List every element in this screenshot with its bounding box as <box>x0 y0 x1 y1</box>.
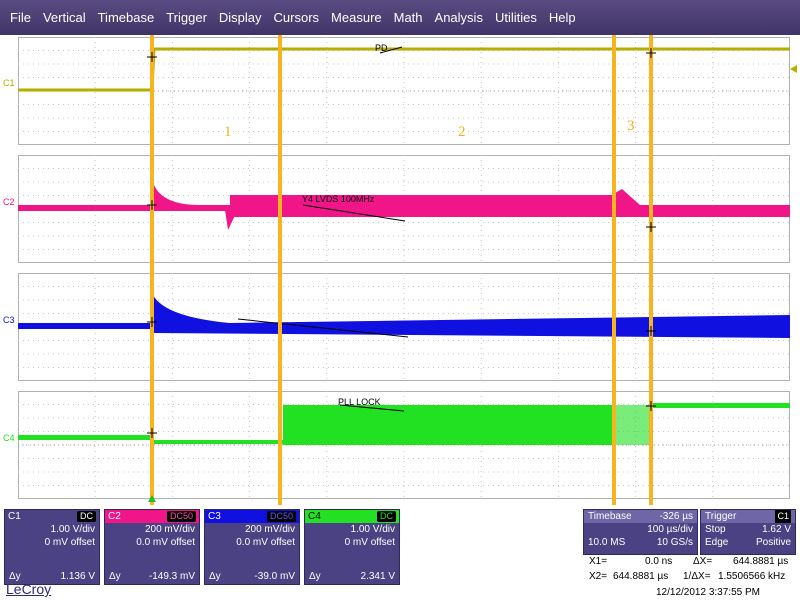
channel-marker-c4: C4 <box>3 433 15 443</box>
timebase-samples: 10.0 MS <box>588 537 626 548</box>
menu-bar: File Vertical Timebase Trigger Display C… <box>0 0 800 35</box>
trigger-slope: Positive <box>755 537 791 548</box>
trigger-time-marker <box>148 495 156 502</box>
menu-vertical[interactable]: Vertical <box>37 10 92 25</box>
trace-c2-pre <box>18 205 153 211</box>
channel-box-c1[interactable]: C1 DC 1.00 V/div 0 mV offset Δy 1.136 V <box>4 509 100 585</box>
timebase-label: Timebase <box>588 511 632 522</box>
vertical-offset: 0 mV offset <box>44 537 95 548</box>
menu-math[interactable]: Math <box>388 10 429 25</box>
menu-file[interactable]: File <box>4 10 37 25</box>
trace-label-lvds: Y4 LVDS 100MHz <box>302 194 375 204</box>
waveform-canvas <box>18 35 797 505</box>
trace-c4-transition <box>615 405 650 445</box>
delta-y-value: 2.341 V <box>360 571 395 582</box>
cursor-cross <box>147 52 157 62</box>
channel-name: C2 <box>108 511 121 522</box>
cursor-inv-dx-value: 1.5506566 kHz <box>718 571 786 582</box>
marker-label-2: 2 <box>458 124 466 140</box>
coupling-badge: DC50 <box>266 511 296 522</box>
delta-y-value: -149.3 mV <box>148 571 195 582</box>
brand-logo: LeCroy <box>6 581 52 597</box>
trigger-mode: Stop <box>705 524 726 535</box>
channel-name: C4 <box>308 511 321 522</box>
timebase-per-div: 100 µs/div <box>647 524 693 535</box>
cursor-dx-value: 644.8881 µs <box>733 556 789 567</box>
menu-cursors[interactable]: Cursors <box>268 10 326 25</box>
trace-c4-pre <box>18 435 153 440</box>
channel-marker-c1: C1 <box>3 78 15 88</box>
cursor-cross <box>646 222 656 232</box>
channel-marker-c3: C3 <box>3 315 15 325</box>
channel-marker-c2: C2 <box>3 197 15 207</box>
marker-line-4 <box>649 35 653 505</box>
delta-y-value: -39.0 mV <box>254 571 295 582</box>
timebase-delay: -326 µs <box>659 511 693 522</box>
vertical-offset: 0.0 mV offset <box>136 537 195 548</box>
delta-y-label: Δy <box>209 571 221 582</box>
marker-label-1: 1 <box>224 124 232 140</box>
cursor-x2-label: X2= <box>589 571 608 582</box>
vertical-scale: 200 mV/div <box>144 524 195 535</box>
menu-timebase[interactable]: Timebase <box>92 10 161 25</box>
trace-c2-band <box>230 195 615 217</box>
vertical-offset: 0 mV offset <box>344 537 395 548</box>
delta-y-label: Δy <box>309 571 321 582</box>
trigger-label: Trigger <box>705 511 737 522</box>
marker-line-2 <box>278 35 282 505</box>
date-time: 12/12/2012 3:37:55 PM <box>656 587 760 598</box>
trace-label-pd: PD <box>375 43 388 53</box>
trigger-level-marker <box>790 65 797 73</box>
trace-c4-band <box>283 405 615 445</box>
menu-analysis[interactable]: Analysis <box>429 10 489 25</box>
trigger-box[interactable]: Trigger C1 Stop 1.62 V Edge Positive <box>700 509 796 555</box>
channel-box-c3[interactable]: C3 DC50 200 mV/div 0.0 mV offset Δy -39.0… <box>204 509 300 585</box>
menu-measure[interactable]: Measure <box>325 10 388 25</box>
cursor-x1-label: X1= <box>589 556 608 567</box>
coupling-badge: DC <box>77 511 96 522</box>
menu-display[interactable]: Display <box>213 10 268 25</box>
info-panel: C1 DC 1.00 V/div 0 mV offset Δy 1.136 V C… <box>0 505 800 600</box>
channel-box-c2[interactable]: C2 DC50 200 mV/div 0.0 mV offset Δy -149.… <box>104 509 200 585</box>
menu-trigger[interactable]: Trigger <box>160 10 213 25</box>
trace-c4-high <box>650 403 790 408</box>
trace-c2-tail <box>615 189 790 217</box>
delta-y-value: 1.136 V <box>60 571 95 582</box>
cursor-x2-value: 644.8881 µs <box>613 571 669 582</box>
cursor-dx-label: ΔX= <box>693 556 713 567</box>
vertical-scale: 200 mV/div <box>244 524 295 535</box>
channel-box-c4[interactable]: C4 DC 1.00 V/div 0 mV offset Δy 2.341 V <box>304 509 400 585</box>
trigger-level: 1.62 V <box>762 524 791 535</box>
timebase-box[interactable]: Timebase -326 µs 100 µs/div 10.0 MS 10 GS/… <box>583 509 698 555</box>
cursor-inv-dx-label: 1/ΔX= <box>683 571 711 582</box>
channel-name: C3 <box>208 511 221 522</box>
vertical-scale: 1.00 V/div <box>350 524 395 535</box>
marker-line-3 <box>612 35 616 505</box>
trace-label-pll-lock: PLL LOCK <box>338 397 381 407</box>
vertical-scale: 1.00 V/div <box>50 524 95 535</box>
waveform-display[interactable]: C1 C2 C3 C4 PD Y4 LVDS 100MHz PLL LOCK 1… <box>0 35 800 505</box>
trigger-source: C1 <box>775 510 791 523</box>
timebase-rate: 10 GS/s <box>656 537 693 548</box>
delta-y-label: Δy <box>109 571 121 582</box>
trace-c2-settle <box>153 182 230 211</box>
coupling-badge: DC <box>377 511 396 522</box>
vertical-offset: 0.0 mV offset <box>236 537 295 548</box>
coupling-badge: DC50 <box>166 511 196 522</box>
marker-label-3: 3 <box>627 118 635 134</box>
menu-utilities[interactable]: Utilities <box>489 10 543 25</box>
trace-c4-low <box>153 440 283 444</box>
trace-c3-pre <box>18 323 153 329</box>
cursor-x1-value: 0.0 ns <box>645 556 673 567</box>
channel-name: C1 <box>8 511 21 522</box>
trigger-type: Edge <box>705 537 729 548</box>
menu-help[interactable]: Help <box>543 10 582 25</box>
trace-c3-band <box>153 295 790 338</box>
trace-c1 <box>18 47 790 92</box>
